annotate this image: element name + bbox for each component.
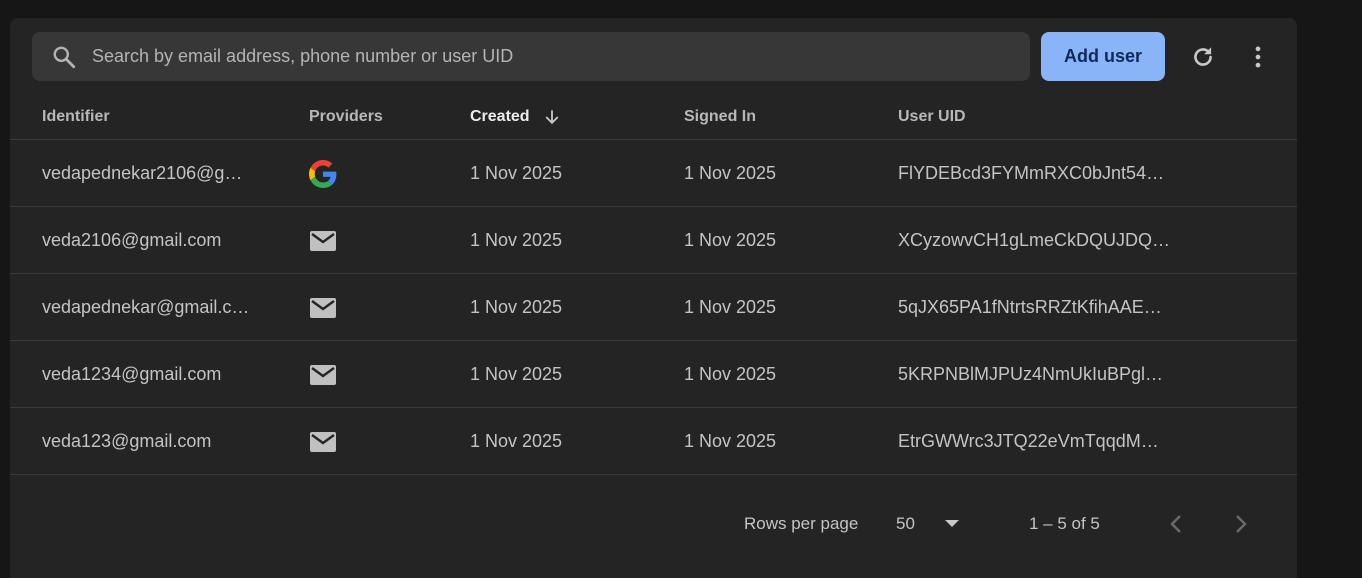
users-table: Identifier Providers Created Signed In U… — [10, 94, 1297, 475]
table-row[interactable]: vedapednekar@gmail.c… 1 Nov 2025 1 Nov 2… — [10, 274, 1297, 341]
refresh-icon — [1190, 44, 1216, 70]
table-row[interactable]: vedapednekar2106@g… 1 Nov 2025 1 Nov 202… — [10, 140, 1297, 207]
signed-in-cell: 1 Nov 2025 — [684, 364, 777, 384]
column-label: Created — [470, 108, 530, 125]
next-page-button[interactable] — [1227, 510, 1255, 538]
uid-cell: 5KRPNBlMJPUz4NmUkIuBPgl… — [898, 364, 1164, 384]
signed-in-cell: 1 Nov 2025 — [684, 230, 777, 250]
provider-cell — [309, 207, 337, 274]
column-header-identifier[interactable]: Identifier — [42, 94, 110, 140]
search-bar[interactable] — [32, 32, 1030, 81]
signed-in-cell: 1 Nov 2025 — [684, 297, 777, 317]
uid-cell: FlYDEBcd3FYMmRXC0bJnt54… — [898, 163, 1165, 183]
identifier-cell: veda1234@gmail.com — [42, 364, 222, 384]
signed-in-cell: 1 Nov 2025 — [684, 163, 777, 183]
search-icon — [51, 44, 77, 70]
created-cell: 1 Nov 2025 — [470, 364, 563, 384]
sort-descending-icon[interactable] — [542, 107, 562, 127]
created-cell: 1 Nov 2025 — [470, 297, 563, 317]
provider-cell — [309, 140, 337, 207]
created-cell: 1 Nov 2025 — [470, 431, 563, 451]
rows-per-page-select[interactable]: 50 — [896, 498, 959, 550]
search-input[interactable] — [92, 46, 1030, 67]
previous-page-button[interactable] — [1162, 510, 1190, 538]
provider-cell — [309, 408, 337, 475]
refresh-button[interactable] — [1186, 40, 1220, 74]
rows-per-page-label: Rows per page — [744, 514, 859, 533]
provider-cell — [309, 341, 337, 408]
uid-cell: EtrGWWrc3JTQ22eVmTqqdM… — [898, 431, 1159, 451]
column-header-user-uid: User UID — [898, 94, 966, 140]
created-cell: 1 Nov 2025 — [470, 163, 563, 183]
email-icon — [309, 364, 337, 386]
more-vert-icon — [1245, 44, 1271, 70]
table-row[interactable]: veda1234@gmail.com 1 Nov 2025 1 Nov 2025… — [10, 341, 1297, 408]
column-label: Providers — [309, 108, 383, 125]
toolbar: Add user — [10, 18, 1297, 94]
column-header-created[interactable]: Created — [470, 94, 562, 140]
email-icon — [309, 297, 337, 319]
email-icon — [309, 230, 337, 252]
chevron-left-icon — [1169, 514, 1183, 534]
add-user-button[interactable]: Add user — [1041, 32, 1165, 81]
column-label: Identifier — [42, 108, 110, 125]
identifier-cell: veda123@gmail.com — [42, 431, 212, 451]
more-options-button[interactable] — [1241, 40, 1275, 74]
created-cell: 1 Nov 2025 — [470, 230, 563, 250]
uid-cell: XCyzowvCH1gLmeCkDQUJDQ… — [898, 230, 1171, 250]
column-label: User UID — [898, 108, 966, 125]
identifier-cell: veda2106@gmail.com — [42, 230, 222, 250]
table-row[interactable]: veda123@gmail.com 1 Nov 2025 1 Nov 2025 … — [10, 408, 1297, 475]
signed-in-cell: 1 Nov 2025 — [684, 431, 777, 451]
table-header: Identifier Providers Created Signed In U… — [10, 94, 1297, 140]
column-label: Signed In — [684, 108, 756, 125]
column-header-providers: Providers — [309, 94, 383, 140]
page-range-text: 1 – 5 of 5 — [1029, 514, 1100, 533]
google-icon — [309, 159, 337, 188]
column-header-signed-in[interactable]: Signed In — [684, 94, 756, 140]
provider-cell — [309, 274, 337, 341]
chevron-right-icon — [1234, 514, 1248, 534]
table-row[interactable]: veda2106@gmail.com 1 Nov 2025 1 Nov 2025… — [10, 207, 1297, 274]
pagination-bar: Rows per page 50 1 – 5 of 5 — [10, 498, 1297, 550]
identifier-cell: vedapednekar@gmail.c… — [42, 297, 250, 317]
uid-cell: 5qJX65PA1fNtrtsRRZtKfihAAE… — [898, 297, 1162, 317]
email-icon — [309, 431, 337, 453]
dropdown-arrow-icon — [944, 520, 959, 528]
identifier-cell: vedapednekar2106@g… — [42, 163, 243, 183]
users-card: Add user Identifier Providers Created Si… — [10, 18, 1297, 578]
rows-per-page-value: 50 — [896, 514, 915, 533]
